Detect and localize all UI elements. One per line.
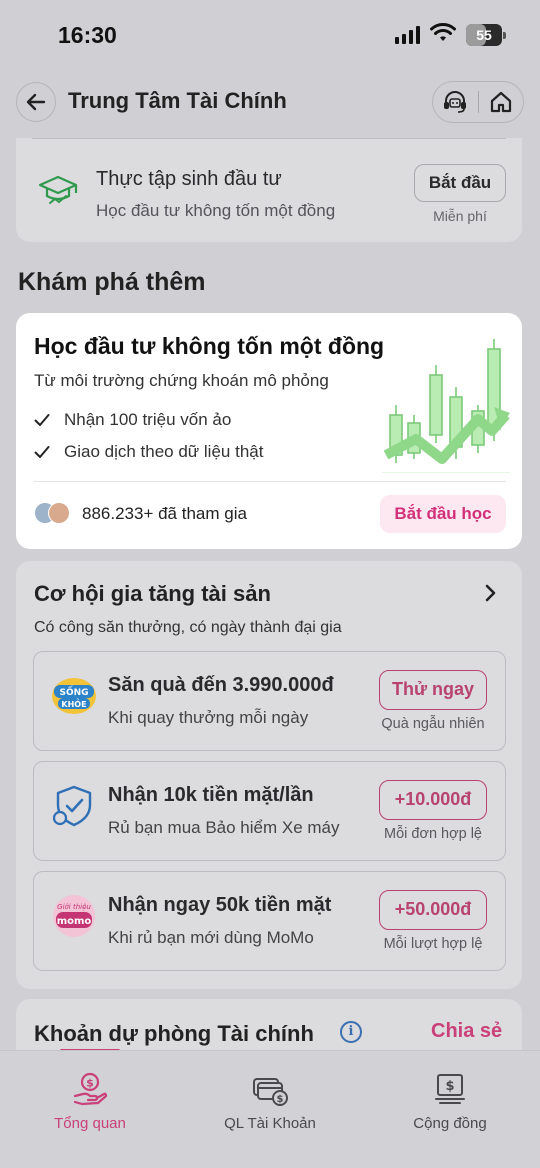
divider bbox=[32, 138, 506, 139]
nav-account-management[interactable]: $ QL Tài Khoản bbox=[180, 1051, 360, 1151]
battery-icon: 55 bbox=[466, 24, 506, 46]
cards-dollar-icon: $ bbox=[253, 1078, 288, 1106]
app-header: Trung Tâm Tài Chính bbox=[0, 72, 540, 136]
stock-chart-illustration bbox=[382, 339, 510, 473]
learn-card-title: Học đầu tư không tốn một đồng bbox=[34, 333, 385, 359]
svg-text:$: $ bbox=[86, 1077, 94, 1090]
benefit-text: Nhận 100 triệu vốn ảo bbox=[64, 410, 232, 429]
offer-note: Mỗi lượt hợp lệ bbox=[383, 936, 483, 952]
svg-text:$: $ bbox=[277, 1094, 284, 1105]
offer-title: Săn quà đến 3.990.000đ bbox=[108, 674, 334, 696]
reward-amount-button[interactable]: +10.000đ bbox=[379, 780, 487, 820]
offer-description: Khi rủ bạn mới dùng MoMo bbox=[108, 928, 314, 947]
nav-label: Cộng đồng bbox=[413, 1115, 487, 1132]
participant-avatars bbox=[34, 502, 72, 526]
chevron-right-icon[interactable] bbox=[484, 583, 498, 603]
reward-amount-button[interactable]: +50.000đ bbox=[379, 890, 487, 930]
check-icon bbox=[34, 414, 50, 426]
header-actions bbox=[432, 81, 524, 123]
status-time: 16:30 bbox=[58, 22, 117, 48]
nav-label: Tổng quan bbox=[54, 1115, 126, 1132]
home-icon bbox=[490, 91, 511, 113]
headset-icon bbox=[444, 91, 467, 113]
benefit-text: Giao dịch theo dữ liệu thật bbox=[64, 442, 264, 461]
logo-text: Giới thiệu bbox=[57, 903, 91, 911]
divider bbox=[34, 481, 506, 482]
arrow-left-icon bbox=[26, 93, 46, 111]
info-icon[interactable]: i bbox=[340, 1021, 362, 1043]
share-link[interactable]: Chia sẻ bbox=[431, 1020, 502, 1043]
logo-text: momo bbox=[57, 916, 92, 927]
offer-item[interactable]: Giới thiệu momo Nhận ngay 50k tiền mặt K… bbox=[33, 871, 506, 971]
song-khoe-logo-icon: SỐNG KHỎE bbox=[52, 678, 96, 714]
bottom-navigation: $ Tổng quan $ QL Tài Khoản $ Cộng đồng bbox=[0, 1050, 540, 1168]
check-icon bbox=[34, 446, 50, 458]
offer-note: Quà ngẫu nhiên bbox=[381, 716, 485, 732]
explore-section-title: Khám phá thêm bbox=[18, 268, 206, 296]
intern-title: Thực tập sinh đầu tư bbox=[96, 168, 282, 190]
offer-item[interactable]: Nhận 10k tiền mặt/lần Rủ bạn mua Bảo hiể… bbox=[33, 761, 506, 861]
status-bar: 16:30 55 bbox=[0, 0, 540, 72]
nav-overview[interactable]: $ Tổng quan bbox=[0, 1051, 180, 1151]
avatar bbox=[48, 502, 70, 524]
start-learning-button[interactable]: Bắt đầu học bbox=[380, 495, 506, 533]
asset-growth-subtitle: Có công săn thưởng, có ngày thành đại gi… bbox=[34, 619, 342, 636]
offer-item[interactable]: SỐNG KHỎE Săn quà đến 3.990.000đ Khi qua… bbox=[33, 651, 506, 751]
try-now-button[interactable]: Thử ngay bbox=[379, 670, 487, 710]
cellular-signal-icon bbox=[395, 26, 420, 44]
offer-note: Mỗi đơn hợp lệ bbox=[383, 826, 482, 842]
free-label: Miễn phí bbox=[433, 208, 487, 224]
reserve-title: Khoản dự phòng Tài chính bbox=[34, 1021, 314, 1046]
money-hand-icon: $ bbox=[73, 1072, 108, 1106]
benefit-item: Nhận 100 triệu vốn ảo bbox=[34, 410, 231, 430]
svg-text:$: $ bbox=[445, 1079, 454, 1094]
offer-description: Rủ bạn mua Bảo hiểm Xe máy bbox=[108, 818, 340, 837]
home-button[interactable] bbox=[479, 82, 524, 122]
offer-title: Nhận 10k tiền mặt/lần bbox=[108, 784, 314, 806]
offer-description: Khi quay thưởng mỗi ngày bbox=[108, 708, 309, 727]
learn-investing-card[interactable]: Học đầu tư không tốn một đồng Từ môi trư… bbox=[16, 313, 522, 549]
support-button[interactable] bbox=[433, 82, 478, 122]
battery-percent: 55 bbox=[476, 27, 492, 43]
back-button[interactable] bbox=[16, 82, 56, 122]
learn-card-subtitle: Từ môi trường chứng khoán mô phỏng bbox=[34, 371, 329, 390]
offer-title: Nhận ngay 50k tiền mặt bbox=[108, 894, 332, 916]
page-title: Trung Tâm Tài Chính bbox=[68, 88, 287, 113]
investment-intern-card[interactable]: Thực tập sinh đầu tư Học đầu tư không tố… bbox=[16, 138, 522, 242]
intern-subtitle: Học đầu tư không tốn một đồng bbox=[96, 201, 336, 220]
asset-growth-card: Cơ hội gia tăng tài sản Có công săn thưở… bbox=[16, 561, 522, 989]
shield-check-icon bbox=[52, 785, 92, 827]
gioi-thieu-momo-icon: Giới thiệu momo bbox=[53, 895, 95, 937]
asset-growth-title: Cơ hội gia tăng tài sản bbox=[34, 581, 271, 606]
participants-count: 886.233+ đã tham gia bbox=[82, 504, 247, 523]
receipt-dollar-icon: $ bbox=[435, 1074, 465, 1104]
wifi-icon bbox=[430, 23, 456, 41]
nav-community[interactable]: $ Cộng đồng bbox=[360, 1051, 540, 1151]
start-button[interactable]: Bắt đầu bbox=[414, 164, 506, 202]
nav-label: QL Tài Khoản bbox=[224, 1115, 316, 1132]
graduation-cap-icon bbox=[38, 175, 78, 204]
benefit-item: Giao dịch theo dữ liệu thật bbox=[34, 442, 263, 462]
